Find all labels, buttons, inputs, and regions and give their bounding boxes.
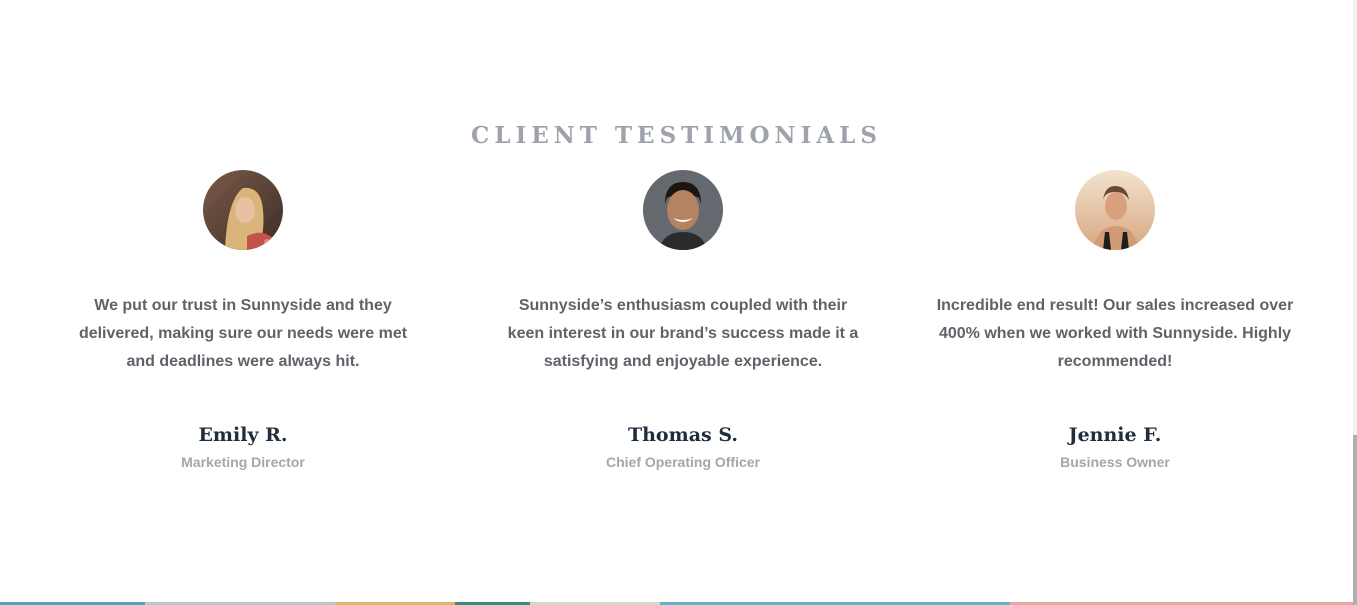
- page-scrollbar-thumb[interactable]: [1353, 435, 1357, 605]
- testimonial-card: We put our trust in Sunnyside and they d…: [63, 170, 423, 471]
- testimonial-quote: Sunnyside’s enthusiasm coupled with thei…: [507, 297, 859, 370]
- testimonial-name: Jennie F.: [1068, 424, 1162, 446]
- testimonial-card: Sunnyside’s enthusiasm coupled with thei…: [503, 170, 863, 471]
- testimonial-card: Incredible end result! Our sales increas…: [935, 170, 1295, 471]
- testimonial-role: Marketing Director: [181, 454, 305, 470]
- avatar: [643, 170, 723, 250]
- avatar: [203, 170, 283, 250]
- testimonial-name: Emily R.: [198, 424, 288, 446]
- testimonial-role: Business Owner: [1060, 454, 1170, 470]
- testimonial-role: Chief Operating Officer: [605, 454, 761, 470]
- avatar: [1075, 170, 1155, 250]
- testimonial-name: Thomas S.: [627, 424, 738, 446]
- section-title: CLIENT TESTIMONIALS: [471, 122, 882, 149]
- testimonial-quote: We put our trust in Sunnyside and they d…: [78, 297, 408, 370]
- testimonial-quote: Incredible end result! Our sales increas…: [936, 297, 1294, 370]
